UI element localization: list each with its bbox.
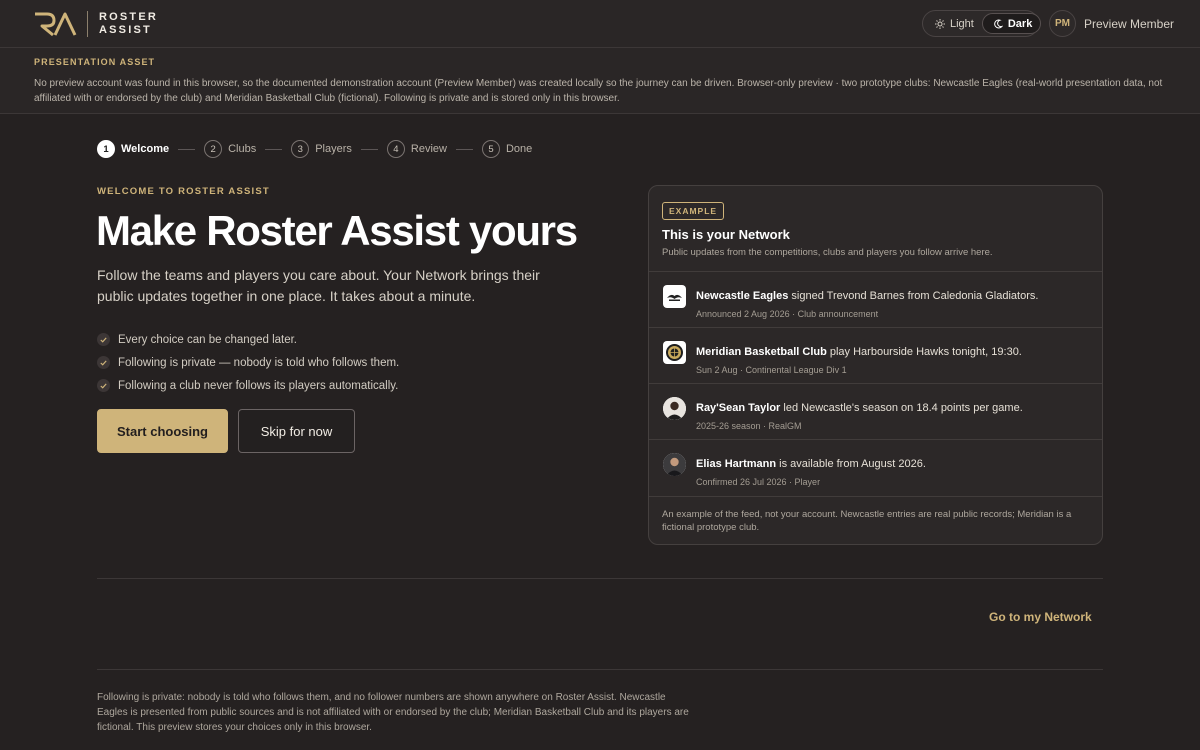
theme-dark-button[interactable]: Dark (981, 13, 1042, 34)
feed-item: Elias Hartmann is available from August … (649, 439, 1102, 497)
step-label: Done (505, 143, 533, 155)
brand-line-1: ROSTER (99, 11, 159, 23)
feed-text: Ray'Sean Taylor led Newcastle's season o… (696, 402, 1023, 414)
feed-action: led Newcastle's season on 18.4 points pe… (780, 402, 1023, 414)
player-photo-icon (663, 397, 686, 420)
step-done: 5 Done (481, 140, 533, 158)
user-name: Preview Member (1084, 16, 1175, 31)
eagles-logo-icon (663, 285, 686, 308)
go-to-network-link[interactable]: Go to my Network (989, 610, 1092, 624)
moon-icon (994, 18, 1003, 28)
step-label: Players (315, 143, 352, 155)
hero-eyebrow: WELCOME TO ROSTER ASSIST (97, 186, 270, 197)
logo-divider (87, 11, 88, 37)
step-label: Review (410, 143, 447, 155)
example-badge: EXAMPLE (662, 202, 725, 220)
checklist-text: Every choice can be changed later. (118, 333, 298, 346)
onboarding-stepper: 1 Welcome 2 Clubs 3 Players 4 Review 5 D… (97, 140, 532, 158)
presentation-notice: PRESENTATION ASSET No preview account wa… (0, 48, 1200, 114)
feed-subject: Elias Hartmann (696, 458, 777, 470)
sun-icon (935, 18, 945, 29)
section-divider (97, 669, 1103, 670)
feed-text: Meridian Basketball Club play Harboursid… (696, 346, 1022, 358)
step-label: Clubs (228, 143, 257, 155)
step-players: 3 Players (291, 140, 352, 158)
top-bar: ROSTER ASSIST Light Dark PM Preview Memb… (0, 0, 1200, 48)
feed-subject: Newcastle Eagles (696, 290, 789, 302)
privacy-footer: Following is private: nobody is told who… (97, 692, 689, 733)
brand-wordmark: ROSTER ASSIST (99, 11, 158, 37)
skip-for-now-button[interactable]: Skip for now (238, 409, 355, 453)
card-title: This is your Network (662, 227, 790, 242)
notice-text: No preview account was found in this bro… (34, 78, 1163, 104)
example-feed: Newcastle Eagles signed Trevond Barnes f… (649, 271, 1102, 497)
step-connector (455, 148, 473, 150)
feed-meta: Confirmed 26 Jul 2026 · Player (696, 477, 821, 487)
brand-logo[interactable]: ROSTER ASSIST (33, 11, 158, 37)
feed-subject: Ray'Sean Taylor (696, 402, 781, 414)
avatar: PM (1049, 10, 1076, 37)
step-connector (265, 148, 283, 150)
feed-action: is available from August 2026. (776, 458, 926, 470)
network-example-card: EXAMPLE This is your Network Public upda… (648, 185, 1103, 545)
hero-subtitle: Follow the teams and players you care ab… (97, 267, 540, 304)
step-label: Welcome (121, 143, 170, 155)
theme-toggle: Light Dark (922, 10, 1042, 37)
feed-item: Ray'Sean Taylor led Newcastle's season o… (649, 383, 1102, 439)
step-review: 4 Review (386, 140, 447, 158)
player-photo-icon (663, 453, 686, 476)
step-number: 5 (481, 140, 500, 158)
step-connector (178, 148, 196, 150)
benefits-checklist: Every choice can be changed later. Follo… (97, 328, 399, 397)
step-welcome: 1 Welcome (97, 140, 169, 158)
checklist-text: Following is private — nobody is told wh… (118, 356, 400, 369)
card-footnote: An example of the feed, not your account… (662, 509, 1072, 533)
meridian-crest-icon (663, 341, 686, 364)
step-number: 2 (204, 140, 223, 158)
check-icon (97, 333, 110, 346)
brand-line-2: ASSIST (99, 24, 152, 36)
step-number: 1 (97, 140, 115, 158)
user-menu[interactable]: PM Preview Member (1049, 10, 1174, 37)
card-subtitle: Public updates from the competitions, cl… (662, 247, 993, 258)
check-icon (97, 356, 110, 369)
feed-action: play Harbourside Hawks tonight, 19:30. (826, 346, 1022, 358)
start-choosing-button[interactable]: Start choosing (97, 409, 228, 453)
feed-text: Newcastle Eagles signed Trevond Barnes f… (696, 290, 1038, 302)
step-connector (360, 148, 378, 150)
feed-meta: Announced 2 Aug 2026 · Club announcement (696, 309, 879, 319)
theme-light-label: Light (950, 17, 974, 30)
checklist-item: Every choice can be changed later. (97, 328, 399, 351)
feed-subject: Meridian Basketball Club (696, 346, 827, 358)
checklist-text: Following a club never follows its playe… (118, 379, 399, 392)
checklist-item: Following is private — nobody is told wh… (97, 351, 399, 374)
feed-text: Elias Hartmann is available from August … (696, 458, 926, 470)
feed-meta: Sun 2 Aug · Continental League Div 1 (696, 365, 847, 375)
checklist-item: Following a club never follows its playe… (97, 374, 399, 397)
step-number: 4 (386, 140, 405, 158)
notice-title: PRESENTATION ASSET (34, 57, 156, 67)
step-clubs: 2 Clubs (204, 140, 256, 158)
feed-meta: 2025-26 season · RealGM (696, 421, 802, 431)
step-number: 3 (291, 140, 310, 158)
ra-monogram-icon (35, 12, 77, 37)
theme-dark-label: Dark (1007, 17, 1033, 30)
theme-light-button[interactable]: Light (925, 13, 982, 34)
page-title: Make Roster Assist yours (96, 207, 578, 254)
section-divider (97, 578, 1103, 579)
check-icon (97, 379, 110, 392)
feed-item: Meridian Basketball Club play Harboursid… (649, 327, 1102, 383)
feed-item: Newcastle Eagles signed Trevond Barnes f… (649, 271, 1102, 327)
feed-action: signed Trevond Barnes from Caledonia Gla… (788, 290, 1039, 302)
